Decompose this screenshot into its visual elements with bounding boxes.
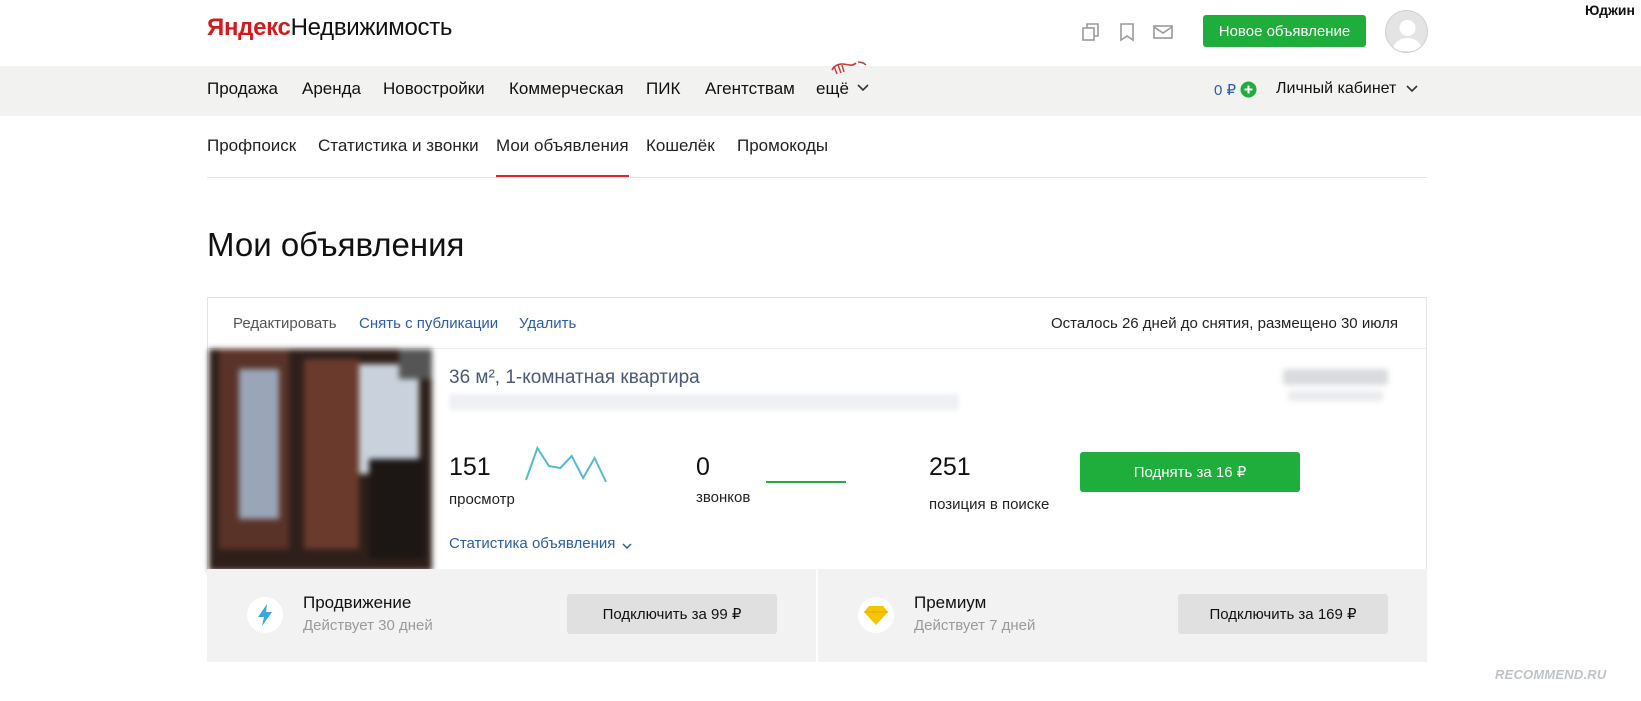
page-title: Мои объявления — [207, 226, 465, 263]
calls-count: 0 — [696, 453, 710, 481]
nav-item-sale[interactable]: Продажа — [207, 79, 278, 99]
days-left-text: Осталось 26 дней до снятия, размещено 30… — [1051, 315, 1398, 332]
promotion-premium-duration: Действует 7 дней — [914, 617, 1036, 634]
diamond-icon — [858, 597, 894, 633]
personal-cabinet-link[interactable]: Личный кабинет — [1276, 80, 1396, 98]
sub-nav: Профпоиск Статистика и звонки Мои объявл… — [207, 116, 1427, 178]
nav-item-pik[interactable]: ПИК — [646, 79, 680, 99]
watermark: RECOMMEND.RU — [1495, 667, 1607, 682]
bookmark-icon[interactable] — [1116, 21, 1138, 43]
listing-body: 36 м², 1-комнатная квартира 151 просмотр… — [207, 349, 1427, 571]
connect-boost-button[interactable]: Подключить за 99 ₽ — [567, 594, 777, 634]
listing-title[interactable]: 36 м², 1-комнатная квартира — [449, 367, 700, 389]
tab-my-listings[interactable]: Мои объявления — [496, 136, 629, 177]
tab-profsearch[interactable]: Профпоиск — [207, 136, 296, 156]
raise-listing-button[interactable]: Поднять за 16 ₽ — [1080, 452, 1300, 492]
views-label: просмотр — [449, 491, 515, 508]
edit-button[interactable]: Редактировать — [233, 315, 337, 332]
nav-item-agencies[interactable]: Агентствам — [705, 79, 795, 99]
promotion-premium-title: Премиум — [914, 593, 987, 612]
nav-item-rent[interactable]: Аренда — [302, 79, 361, 99]
add-funds-icon[interactable] — [1240, 81, 1257, 103]
connect-premium-button[interactable]: Подключить за 169 ₽ — [1178, 594, 1388, 634]
logo[interactable]: ЯндексНедвижимость — [207, 14, 452, 42]
mail-icon[interactable] — [1152, 21, 1174, 43]
tab-stats-calls[interactable]: Статистика и звонки — [318, 136, 479, 156]
nav-item-commercial[interactable]: Коммерческая — [509, 79, 624, 99]
header: ЯндексНедвижимость Новое объявление — [0, 0, 1641, 66]
listing-price-blurred — [1283, 369, 1388, 385]
new-listing-button[interactable]: Новое объявление — [1203, 15, 1366, 47]
lightning-icon — [247, 597, 283, 633]
nav-item-new-buildings[interactable]: Новостройки — [383, 79, 485, 99]
chevron-down-icon[interactable] — [1405, 81, 1419, 100]
listing-photo[interactable] — [209, 349, 432, 571]
main-nav: Продажа Аренда Новостройки Коммерческая … — [0, 61, 1641, 116]
promotion-boost-title: Продвижение — [303, 593, 412, 612]
chevron-down-icon[interactable] — [856, 80, 870, 99]
tab-promocodes[interactable]: Промокоды — [737, 136, 828, 156]
delete-button[interactable]: Удалить — [519, 315, 576, 332]
calls-label: звонков — [696, 489, 751, 506]
views-count: 151 — [449, 453, 491, 481]
chevron-down-icon[interactable] — [621, 539, 633, 557]
views-sparkline — [525, 445, 607, 483]
compare-icon[interactable] — [1080, 21, 1102, 43]
tab-wallet[interactable]: Кошелёк — [646, 136, 715, 156]
unpublish-button[interactable]: Снять с публикации — [359, 315, 498, 332]
listing-card: Редактировать Снять с публикации Удалить… — [207, 297, 1427, 662]
promotion-boost-duration: Действует 30 дней — [303, 617, 433, 634]
user-icon — [1392, 20, 1423, 51]
listing-address-blurred — [449, 394, 959, 410]
logo-brand: Яндекс — [207, 14, 291, 41]
listing-actions-bar: Редактировать Снять с публикации Удалить… — [207, 297, 1427, 349]
promotion-premium: Премиум Действует 7 дней Подключить за 1… — [818, 569, 1427, 662]
listing-price-per-m2-blurred — [1288, 391, 1383, 401]
avatar[interactable] — [1385, 10, 1428, 53]
balance[interactable]: 0 ₽ — [1214, 81, 1236, 99]
listing-stats-link[interactable]: Статистика объявления — [449, 535, 615, 552]
calls-sparkline — [766, 481, 846, 483]
search-position-label: позиция в поиске — [929, 496, 1050, 513]
search-position: 251 — [929, 453, 971, 481]
logo-product: Недвижимость — [290, 14, 453, 41]
promotion-options: Продвижение Действует 30 дней Подключить… — [207, 569, 1427, 662]
promotion-boost: Продвижение Действует 30 дней Подключить… — [207, 569, 816, 662]
